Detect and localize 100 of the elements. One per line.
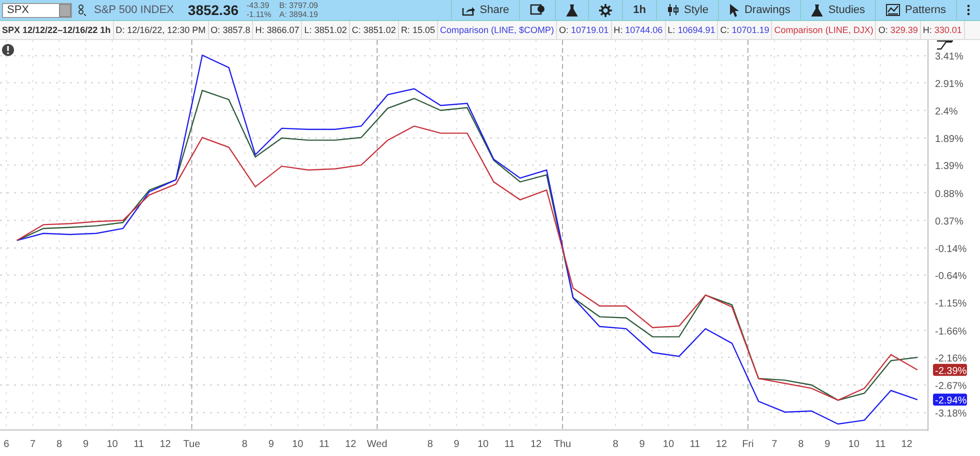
axis-label: 0.37% — [935, 216, 964, 228]
axis-label: -2.16% — [935, 353, 967, 364]
net-change: -43.39 — [246, 1, 270, 10]
field-label: C: — [720, 25, 730, 35]
axis-label: 10 — [292, 439, 304, 450]
alert-icon[interactable] — [2, 44, 14, 56]
last-price: 3852.36 — [188, 2, 239, 18]
field-label: H: — [255, 25, 264, 35]
axis-label: 10 — [662, 439, 674, 450]
field-label: O: — [559, 25, 569, 35]
field-value: 10701.19 — [732, 25, 770, 35]
settings-icon[interactable] — [599, 4, 612, 16]
axis-label: Tue — [183, 439, 200, 450]
axis-label: 11 — [875, 439, 886, 450]
drawings-button[interactable]: Drawings — [718, 0, 800, 20]
field-value: 15.05 — [412, 25, 435, 35]
field-label: C: — [352, 25, 361, 35]
axis-label: 11 — [504, 439, 515, 450]
axis-label: -1.15% — [935, 298, 967, 310]
flask-icon — [811, 4, 824, 16]
field-label: O: — [878, 25, 888, 35]
axis-label: 12 — [901, 439, 912, 450]
field-value: 10744.06 — [625, 25, 663, 35]
field-label: R: — [400, 25, 410, 35]
field-value: 10719.01 — [571, 25, 609, 35]
axis-label: -0.64% — [935, 271, 967, 282]
field-label: H: — [614, 25, 623, 35]
field-value: 330.01 — [934, 25, 962, 35]
price-badge: -2.39% — [933, 364, 967, 377]
axis-label: -2.67% — [935, 381, 967, 392]
axis-label: 0.88% — [935, 188, 964, 200]
axis-label: 12 — [530, 439, 542, 450]
alert-icon[interactable] — [530, 4, 546, 16]
axis-label: 10 — [848, 439, 860, 450]
comparison-label: Comparison (LINE, DJX) — [772, 21, 876, 39]
pattern-icon — [886, 4, 900, 16]
field-value: 3857.8 — [222, 25, 250, 35]
axis-label: 8 — [242, 439, 248, 450]
axis-label: 9 — [83, 439, 89, 450]
field-label: L: — [304, 25, 312, 35]
field-value: 3866.07 — [266, 25, 300, 35]
cursor-icon — [729, 4, 740, 16]
axis-label: -3.18% — [935, 408, 967, 420]
axis-label: 1.89% — [935, 134, 964, 146]
axis-label: 3.41% — [935, 52, 964, 63]
field-value: 10694.91 — [678, 25, 716, 35]
symbol-field[interactable]: SPX — [2, 2, 72, 18]
more-icon[interactable] — [967, 4, 970, 16]
axis-label: 12 — [160, 439, 171, 450]
style-button[interactable]: Style — [656, 0, 718, 20]
axis-label: Wed — [366, 439, 388, 450]
axis-label: 7 — [772, 439, 778, 450]
axis-label: Fri — [742, 439, 754, 450]
axis-label: 2.91% — [935, 78, 964, 90]
field-value: 3851.02 — [363, 25, 396, 35]
period-button[interactable]: 1h — [622, 0, 656, 20]
scale-icon[interactable] — [936, 40, 954, 50]
ask-price: A: 3894.19 — [279, 10, 318, 19]
field-label: L: — [668, 25, 676, 35]
percent-change: -1.11% — [246, 10, 272, 19]
axis-label: 7 — [30, 439, 36, 450]
studies-button[interactable]: Studies — [800, 0, 876, 20]
axis-label: Thu — [554, 439, 572, 450]
symbol-description: S&P 500 INDEX — [94, 4, 174, 16]
share-icon — [462, 4, 475, 16]
field-label: D: — [116, 25, 125, 35]
axis-label: 11 — [134, 439, 144, 450]
flask-icon[interactable] — [566, 4, 578, 16]
axis-label: 9 — [639, 439, 645, 450]
axis-label: 8 — [427, 439, 433, 450]
axis-label: 8 — [798, 439, 804, 450]
axis-label: 1.39% — [935, 161, 964, 172]
axis-label: 9 — [268, 439, 274, 450]
field-value: 12/16/22, 12:30 PM — [127, 25, 206, 35]
field-value: 3851.02 — [314, 25, 347, 35]
share-button[interactable]: Share — [450, 0, 520, 20]
price-badge: -2.94% — [933, 394, 967, 407]
chart-title: SPX 12/12/22–12/16/22 1h — [0, 21, 114, 39]
field-label: O: — [210, 25, 220, 35]
axis-label: 11 — [690, 439, 700, 450]
axis-label: 8 — [56, 439, 62, 450]
link-icon[interactable] — [78, 4, 86, 16]
axis-label: 11 — [318, 439, 330, 450]
field-value: 329.39 — [890, 25, 918, 35]
axis-label: 2.4% — [935, 106, 958, 118]
bid-price: B: 3797.09 — [279, 1, 318, 10]
candlestick-icon — [667, 4, 679, 16]
axis-label: 10 — [106, 439, 118, 450]
axis-label: 12 — [345, 439, 356, 450]
comparison-label: Comparison (LINE, $COMP) — [438, 21, 558, 39]
axis-label: -1.66% — [935, 326, 967, 338]
axis-label: 9 — [824, 439, 830, 450]
axis-label: 12 — [716, 439, 727, 450]
axis-label: 8 — [612, 439, 618, 450]
axis-label: 10 — [478, 439, 489, 450]
axis-label: 6 — [4, 439, 10, 450]
patterns-button[interactable]: Patterns — [875, 0, 956, 20]
axis-label: 9 — [454, 439, 460, 450]
axis-label: -0.14% — [935, 244, 967, 255]
field-label: H: — [922, 25, 932, 35]
